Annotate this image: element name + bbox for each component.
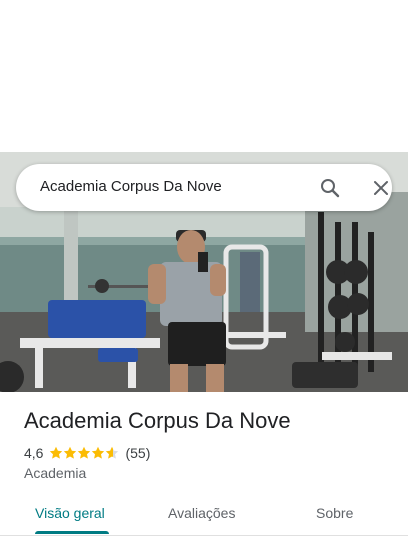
tab-reviews[interactable]: Avaliações (168, 505, 235, 521)
star-icon (50, 446, 63, 459)
active-tab-indicator (35, 531, 109, 534)
review-count[interactable]: (55) (125, 445, 150, 461)
search-icon[interactable] (318, 176, 342, 200)
star-icon (64, 446, 77, 459)
place-category[interactable]: Academia (24, 465, 86, 481)
rating-value: 4,6 (24, 445, 44, 461)
tab-overview[interactable]: Visão geral (35, 505, 105, 521)
star-icon (106, 446, 119, 459)
star-icon (78, 446, 91, 459)
close-icon[interactable] (369, 176, 393, 200)
search-bar[interactable]: Academia Corpus Da Nove (16, 164, 392, 211)
star-icon (92, 446, 105, 459)
tab-about[interactable]: Sobre (316, 505, 353, 521)
place-title: Academia Corpus Da Nove (24, 408, 291, 433)
rating-stars (49, 446, 119, 460)
tab-bar: Visão geral Avaliações Sobre (0, 495, 408, 536)
rating-row[interactable]: 4,6 (55) (24, 444, 150, 462)
search-input[interactable]: Academia Corpus Da Nove (40, 178, 222, 195)
